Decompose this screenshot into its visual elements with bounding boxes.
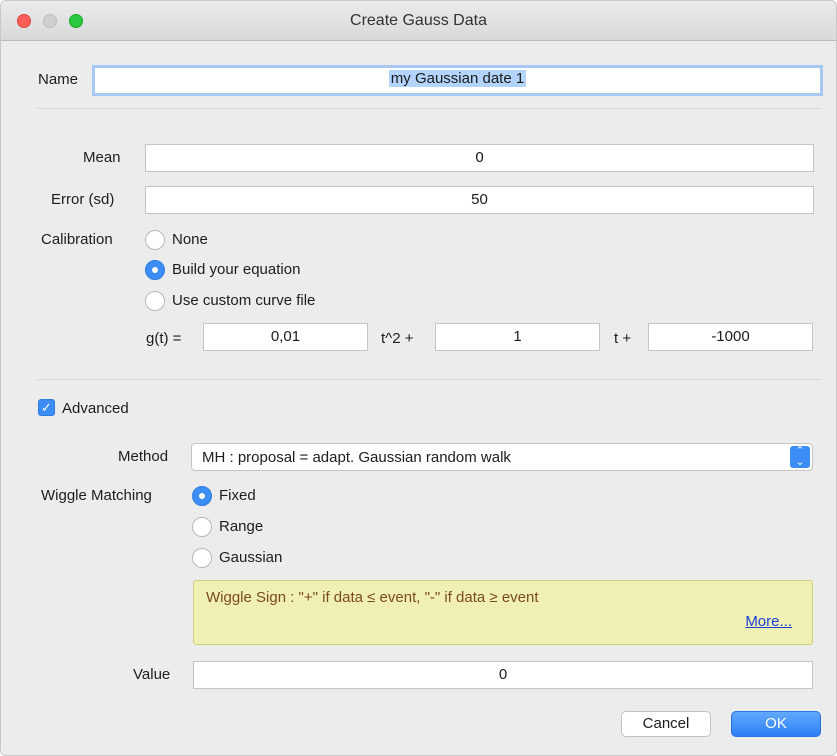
mean-label: Mean	[83, 149, 121, 166]
equation-c-field[interactable]: -1000	[648, 323, 813, 351]
wiggle-radio-range[interactable]	[192, 517, 212, 537]
calibration-option-custom-curve: Use custom curve file	[172, 292, 316, 309]
advanced-checkbox[interactable]: ✓	[38, 399, 55, 416]
value-field[interactable]: 0	[193, 661, 813, 689]
wiggle-option-fixed: Fixed	[219, 487, 256, 504]
calibration-radio-none[interactable]	[145, 230, 165, 250]
method-label: Method	[118, 448, 169, 465]
cancel-button[interactable]: Cancel	[621, 711, 711, 737]
name-label: Name	[38, 71, 79, 88]
divider-top	[37, 108, 821, 109]
wiggle-option-gaussian: Gaussian	[219, 549, 283, 566]
calibration-option-none: None	[172, 231, 208, 248]
name-value: my Gaussian date 1	[388, 70, 527, 87]
calibration-option-build-equation: Build your equation	[172, 261, 301, 278]
equation-g-label: g(t) =	[146, 330, 182, 347]
value-label: Value	[133, 666, 171, 683]
error-label: Error (sd)	[51, 191, 115, 208]
wiggle-sign-note: Wiggle Sign : "+" if data ≤ event, "-" i…	[193, 580, 813, 645]
dialog-window: Create Gauss Data Name my Gaussian date …	[0, 0, 837, 756]
window-title: Create Gauss Data	[350, 12, 487, 29]
advanced-label: Advanced	[62, 400, 129, 417]
divider-middle	[37, 379, 821, 380]
wiggle-label: Wiggle Matching	[41, 487, 152, 504]
calibration-radio-custom-curve[interactable]	[145, 291, 165, 311]
method-select[interactable]: MH : proposal = adapt. Gaussian random w…	[191, 443, 813, 471]
equation-b-field[interactable]: 1	[435, 323, 600, 351]
equation-t2-label: t^2 +	[381, 330, 414, 347]
ok-button[interactable]: OK	[731, 711, 821, 737]
name-field[interactable]: my Gaussian date 1	[92, 65, 823, 96]
wiggle-radio-gaussian[interactable]	[192, 548, 212, 568]
mean-field[interactable]: 0	[145, 144, 814, 172]
wiggle-note-text: Wiggle Sign : "+" if data ≤ event, "-" i…	[206, 589, 539, 606]
calibration-label: Calibration	[41, 231, 113, 248]
method-selected-value: MH : proposal = adapt. Gaussian random w…	[202, 449, 511, 466]
title-bar[interactable]: Create Gauss Data	[1, 1, 836, 41]
equation-t-label: t +	[614, 330, 632, 347]
equation-a-field[interactable]: 0,01	[203, 323, 368, 351]
error-field[interactable]: 50	[145, 186, 814, 214]
wiggle-radio-fixed[interactable]	[192, 486, 212, 506]
wiggle-option-range: Range	[219, 518, 264, 535]
checkmark-icon: ✓	[41, 400, 52, 415]
select-updown-icon: ⌃ ⌄	[790, 446, 810, 468]
more-link[interactable]: More...	[745, 613, 792, 630]
calibration-radio-build-equation[interactable]	[145, 260, 165, 280]
